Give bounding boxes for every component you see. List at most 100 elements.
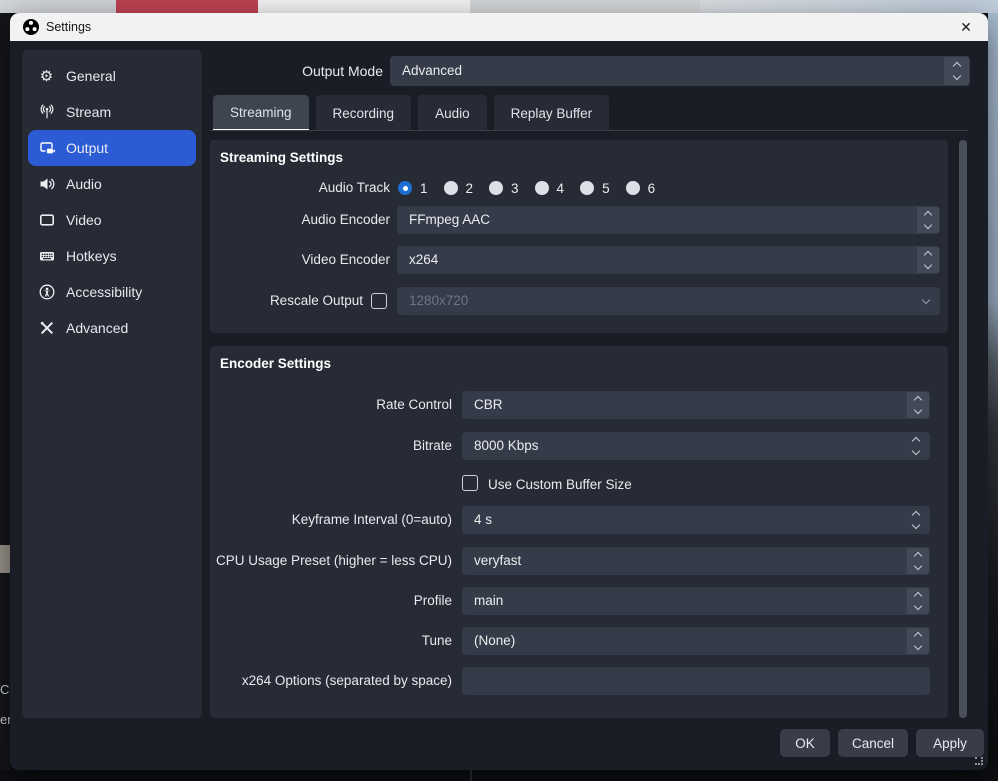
tune-label: Tune [210, 627, 452, 655]
sidebar-item-hotkeys[interactable]: Hotkeys [28, 238, 196, 274]
sidebar-item-audio[interactable]: Audio [28, 166, 196, 202]
background-image-fragment [0, 545, 10, 573]
custom-buffer-label: Use Custom Buffer Size [488, 477, 632, 492]
sidebar-item-advanced[interactable]: Advanced [28, 310, 196, 346]
sidebar-item-output[interactable]: Output [28, 130, 196, 166]
sidebar-item-label: Stream [66, 104, 111, 120]
keyframe-interval-spinbox[interactable]: 4 s [462, 506, 930, 534]
sidebar-item-accessibility[interactable]: Accessibility [28, 274, 196, 310]
output-mode-dropdown[interactable]: Advanced [390, 56, 970, 86]
sidebar-item-label: Advanced [66, 320, 128, 336]
dropdown-spinner [907, 548, 929, 574]
cpu-preset-dropdown[interactable]: veryfast [462, 547, 930, 575]
sidebar-item-video[interactable]: Video [28, 202, 196, 238]
decrement-icon[interactable] [912, 521, 920, 529]
radio-label: 2 [466, 181, 474, 196]
desktop-strip [700, 0, 998, 13]
audio-encoder-value: FFmpeg AAC [409, 206, 910, 234]
background-window-edge [0, 13, 10, 770]
audio-track-option-3[interactable]: 3 [489, 181, 519, 196]
settings-window: Settings ✕ ⚙ General Stream [10, 13, 988, 770]
audio-track-option-4[interactable]: 4 [535, 181, 565, 196]
custom-buffer-checkbox[interactable] [462, 475, 478, 491]
chevron-up-icon [952, 62, 960, 70]
chevron-down-icon [924, 261, 932, 269]
rescale-resolution-combobox[interactable]: 1280x720 [397, 287, 940, 315]
audio-track-radios: 1 2 3 4 5 6 [398, 176, 655, 200]
chevron-up-icon [914, 632, 922, 640]
rate-control-dropdown[interactable]: CBR [462, 391, 930, 419]
sidebar-item-label: Output [66, 140, 108, 156]
tune-value: (None) [474, 627, 900, 655]
apply-button[interactable]: Apply [916, 729, 984, 757]
rate-control-label: Rate Control [210, 391, 452, 419]
dropdown-spinner [907, 588, 929, 614]
resize-grip[interactable] [975, 757, 983, 765]
radio-icon [580, 181, 594, 195]
tab-audio[interactable]: Audio [418, 95, 487, 131]
chevron-down-icon [914, 562, 922, 570]
sidebar-item-stream[interactable]: Stream [28, 94, 196, 130]
output-icon [38, 140, 55, 157]
rescale-resolution-value: 1280x720 [409, 287, 910, 315]
cpu-preset-label: CPU Usage Preset (higher = less CPU) [210, 547, 452, 575]
rescale-output-checkbox[interactable] [371, 293, 387, 309]
audio-track-option-1[interactable]: 1 [398, 181, 428, 196]
dropdown-spinner [944, 57, 969, 85]
audio-track-option-5[interactable]: 5 [580, 181, 610, 196]
scrollbar-thumb[interactable] [959, 140, 967, 718]
tab-replay-buffer[interactable]: Replay Buffer [494, 95, 610, 131]
desktop-strip [0, 0, 116, 13]
desktop-wallpaper-edge [988, 13, 998, 770]
radio-icon [489, 181, 503, 195]
radio-label: 5 [602, 181, 610, 196]
close-button[interactable]: ✕ [952, 13, 980, 41]
video-encoder-label: Video Encoder [210, 246, 390, 274]
radio-icon [444, 181, 458, 195]
desktop-strip [258, 0, 470, 13]
increment-icon[interactable] [912, 437, 920, 445]
radio-label: 4 [557, 181, 565, 196]
tab-recording[interactable]: Recording [316, 95, 412, 131]
video-encoder-dropdown[interactable]: x264 [397, 246, 940, 274]
gear-icon: ⚙ [38, 68, 55, 85]
profile-value: main [474, 587, 900, 615]
chevron-down-icon [952, 72, 960, 80]
audio-encoder-dropdown[interactable]: FFmpeg AAC [397, 206, 940, 234]
settings-sidebar: ⚙ General Stream Output [22, 50, 202, 718]
profile-dropdown[interactable]: main [462, 587, 930, 615]
chevron-up-icon [914, 552, 922, 560]
dropdown-spinner [907, 392, 929, 418]
chevron-down-icon [914, 602, 922, 610]
chevron-up-icon [924, 251, 932, 259]
increment-icon[interactable] [912, 511, 920, 519]
radio-label: 6 [648, 181, 656, 196]
accessibility-icon [38, 284, 55, 301]
decrement-icon[interactable] [912, 447, 920, 455]
dropdown-spinner [917, 247, 939, 273]
broadcast-icon [38, 104, 55, 121]
x264-options-input[interactable] [462, 667, 930, 695]
tab-streaming[interactable]: Streaming [213, 95, 309, 131]
tune-dropdown[interactable]: (None) [462, 627, 930, 655]
bitrate-spinbox[interactable]: 8000 Kbps [462, 432, 930, 460]
section-title: Streaming Settings [220, 150, 343, 165]
ok-button[interactable]: OK [780, 729, 830, 757]
titlebar: Settings ✕ [10, 13, 988, 41]
audio-track-option-2[interactable]: 2 [444, 181, 474, 196]
cancel-button[interactable]: Cancel [838, 729, 908, 757]
radio-icon [626, 181, 640, 195]
speaker-icon [38, 176, 55, 193]
bitrate-value: 8000 Kbps [474, 432, 900, 460]
chevron-up-icon [914, 592, 922, 600]
x264-options-label: x264 Options (separated by space) [210, 667, 452, 695]
background-window-edge [0, 770, 998, 781]
profile-label: Profile [210, 587, 452, 615]
radio-label: 1 [420, 181, 428, 196]
section-title: Encoder Settings [220, 356, 331, 371]
keyboard-icon [38, 248, 55, 265]
audio-track-option-6[interactable]: 6 [626, 181, 656, 196]
output-tabs: Streaming Recording Audio Replay Buffer [213, 95, 609, 131]
desktop-strip-red [116, 0, 258, 13]
sidebar-item-general[interactable]: ⚙ General [28, 58, 196, 94]
